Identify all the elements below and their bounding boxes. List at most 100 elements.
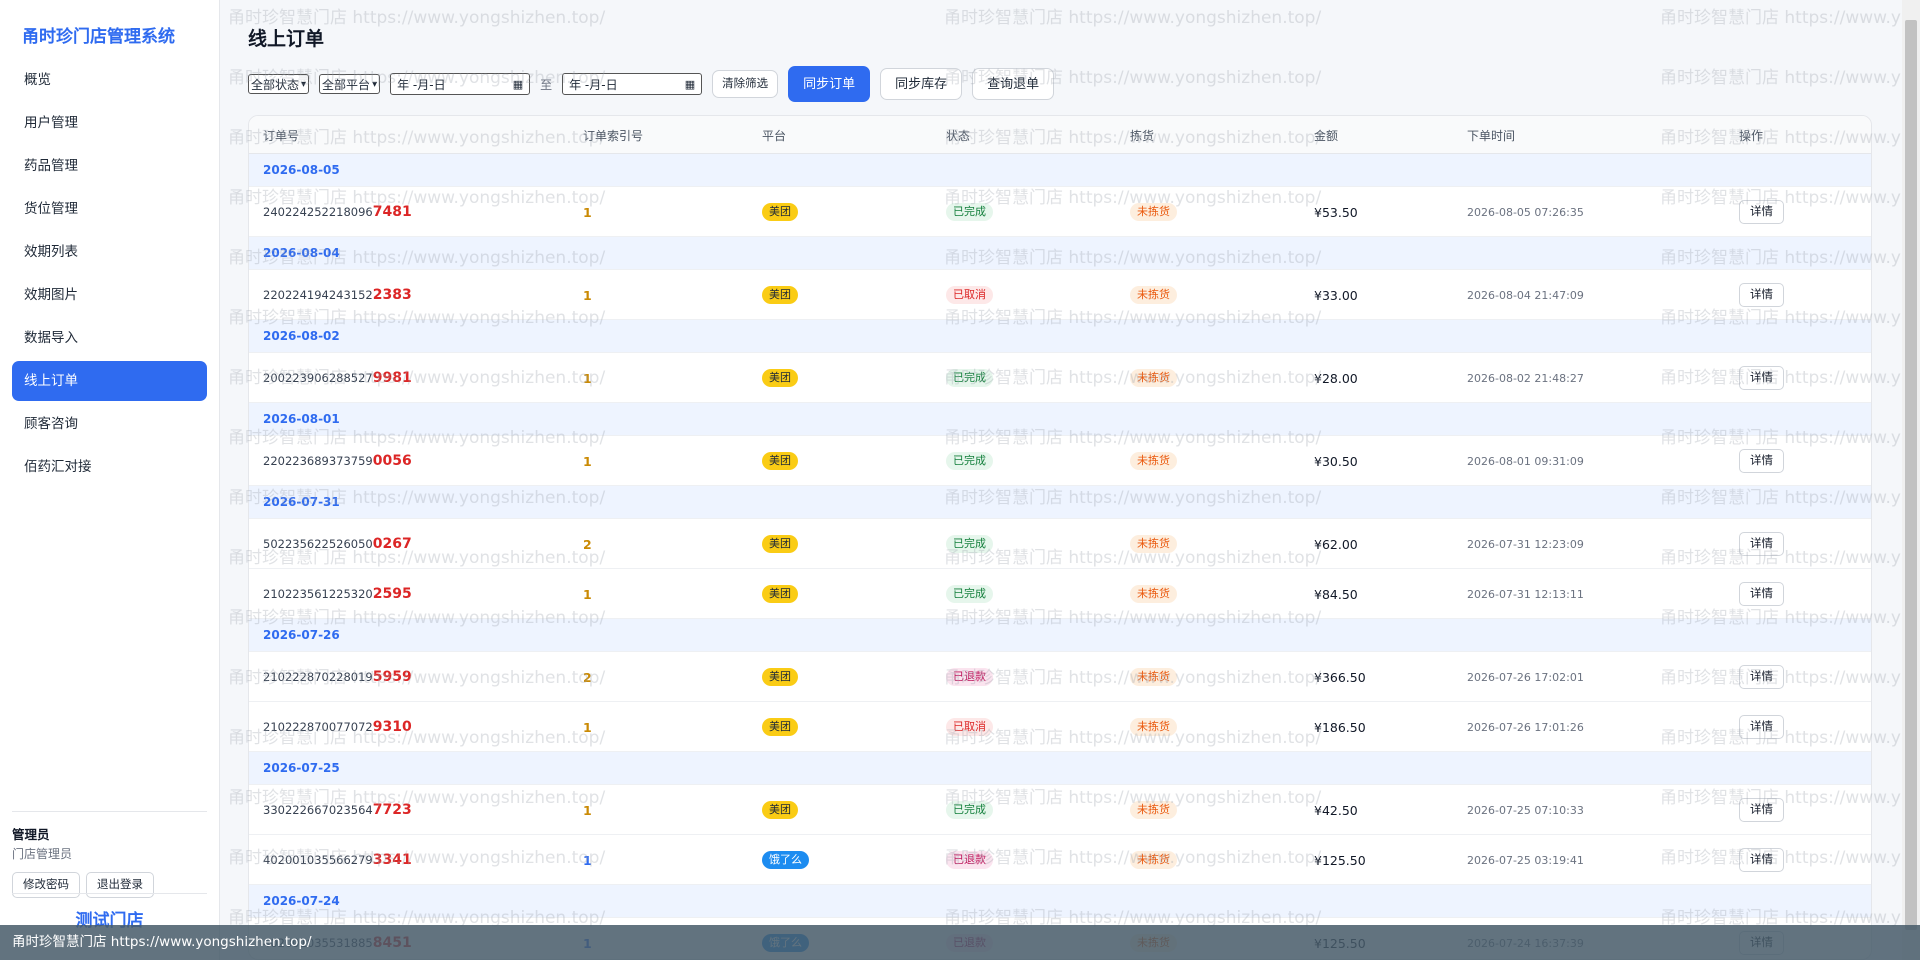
date-group-header: 2026-07-24 [249, 885, 1871, 918]
platform-cell: 美团 [762, 785, 798, 835]
scrollbar[interactable] [1902, 0, 1920, 960]
date-to-value: 年 -月-日 [569, 77, 618, 92]
amount-value: ¥42.50 [1314, 802, 1358, 818]
order-index: 2 [583, 519, 592, 569]
platform-badge: 饿了么 [762, 851, 809, 869]
amount-value: ¥84.50 [1314, 586, 1358, 602]
platform-badge: 美团 [762, 801, 798, 819]
table-row: 210222870077072 9310 1 美团 已取消 未拣货 ¥186.50 2026-… [249, 702, 1871, 752]
column-header-order-time: 下单时间 [1467, 128, 1516, 143]
picking-badge: 未拣货 [1130, 452, 1177, 470]
platform-cell: 美团 [762, 436, 798, 486]
column-header-actions: 操作 [1739, 128, 1764, 143]
table-row: 220224194243152 2383 1 美团 已取消 未拣货 ¥33.00 2026-0… [249, 270, 1871, 320]
details-button[interactable]: 详情 [1739, 798, 1784, 822]
clear-filter-button[interactable]: 清除筛选 [712, 70, 779, 98]
details-button[interactable]: 详情 [1739, 715, 1784, 739]
table-body: 2026-08-05 240224252218096 7481 1 美团 已完成 未拣货 ¥5… [249, 154, 1871, 959]
order-id-suffix: 0056 [372, 453, 412, 469]
sidebar-item[interactable]: 顾客咨询 [12, 404, 207, 444]
status-select[interactable]: 全部状态 ▾ [248, 74, 310, 94]
date-group-header: 2026-08-05 [249, 154, 1871, 187]
order-time-cell: 2026-07-31 12:13:11 [1467, 569, 1584, 619]
sync-orders-button[interactable]: 同步订单 [788, 66, 871, 102]
chevron-down-icon: ▾ [301, 78, 307, 90]
sidebar-item[interactable]: 线上订单 [12, 361, 207, 401]
details-button[interactable]: 详情 [1739, 582, 1784, 606]
platform-cell: 美团 [762, 270, 798, 320]
order-time-cell: 2026-08-02 21:48:27 [1467, 353, 1584, 403]
scrollbar-thumb[interactable] [1905, 20, 1917, 930]
column-header-picking: 拣货 [1130, 128, 1155, 143]
sidebar-item[interactable]: 货位管理 [12, 189, 207, 229]
chevron-down-icon: ▾ [372, 78, 378, 90]
platform-badge: 美团 [762, 668, 798, 686]
column-header-order-id: 订单号 [263, 128, 300, 143]
status-cell: 已取消 [946, 702, 993, 752]
column-header-status: 状态 [946, 128, 971, 143]
picking-cell: 未拣货 [1130, 835, 1177, 885]
sidebar-item[interactable]: 概览 [12, 60, 207, 100]
order-index-value: 1 [583, 586, 592, 602]
picking-badge: 未拣货 [1130, 203, 1177, 221]
picking-badge: 未拣货 [1130, 286, 1177, 304]
order-id-suffix: 2595 [372, 586, 412, 602]
details-button[interactable]: 详情 [1739, 449, 1784, 473]
details-button[interactable]: 详情 [1739, 283, 1784, 307]
picking-cell: 未拣货 [1130, 270, 1177, 320]
order-index: 1 [583, 270, 592, 320]
amount-value: ¥125.50 [1314, 852, 1366, 868]
orders-table: 订单号 订单索引号 平台 状态 拣货 金额 下单时间 操作 2026-08-05… [248, 115, 1872, 960]
platform-badge: 美团 [762, 286, 798, 304]
platform-cell: 饿了么 [762, 835, 809, 885]
group-date: 2026-08-05 [263, 163, 340, 177]
calendar-icon[interactable]: ▦ [513, 78, 523, 91]
order-id-prefix: 210222870077072 [263, 720, 373, 734]
picking-badge: 未拣货 [1130, 718, 1177, 736]
sidebar-item[interactable]: 效期图片 [12, 275, 207, 315]
picking-cell: 未拣货 [1130, 519, 1177, 569]
sidebar-item[interactable]: 药品管理 [12, 146, 207, 186]
order-time-cell: 2026-07-25 03:19:41 [1467, 835, 1584, 885]
amount-cell: ¥125.50 [1314, 835, 1366, 885]
order-id-prefix: 502235622526050 [263, 537, 373, 551]
details-button[interactable]: 详情 [1739, 366, 1784, 390]
column-header-amount: 金额 [1314, 128, 1339, 143]
picking-badge: 未拣货 [1130, 585, 1177, 603]
amount-value: ¥62.00 [1314, 536, 1358, 552]
order-index-value: 1 [583, 453, 592, 469]
date-group-header: 2026-08-04 [249, 237, 1871, 270]
status-badge: 已取消 [946, 286, 993, 304]
sidebar-item[interactable]: 效期列表 [12, 232, 207, 272]
sidebar-item[interactable]: 数据导入 [12, 318, 207, 358]
order-id-suffix: 9981 [372, 370, 412, 386]
sync-stock-button[interactable]: 同步库存 [880, 68, 963, 100]
status-badge: 已完成 [946, 203, 993, 221]
platform-badge: 美团 [762, 585, 798, 603]
details-button[interactable]: 详情 [1739, 200, 1784, 224]
sidebar: 甬时珍门店管理系统 概览 用户管理 药品管理 货位管理 效期列表 效期图片 数据导入 线上订单… [0, 0, 220, 960]
details-button[interactable]: 详情 [1739, 848, 1784, 872]
date-from-input[interactable]: 年 -月-日 ▦ [390, 73, 531, 95]
platform-badge: 美团 [762, 369, 798, 387]
filter-toolbar: 全部状态 ▾ 全部平台 ▾ 年 -月-日 ▦ 至 年 -月-日 ▦ 清除筛选 同… [248, 66, 1055, 102]
order-time-value: 2026-08-02 21:48:27 [1467, 371, 1584, 385]
amount-cell: ¥30.50 [1314, 436, 1358, 486]
picking-cell: 未拣货 [1130, 702, 1177, 752]
query-refund-button[interactable]: 查询退单 [972, 68, 1055, 100]
table-row: 210222870228019 5959 2 美团 已退款 未拣货 ¥366.50 2026-… [249, 652, 1871, 702]
amount-cell: ¥84.50 [1314, 569, 1358, 619]
picking-badge: 未拣货 [1130, 851, 1177, 869]
sidebar-item[interactable]: 用户管理 [12, 103, 207, 143]
order-id-suffix: 7481 [372, 204, 412, 220]
platform-select[interactable]: 全部平台 ▾ [319, 74, 381, 94]
date-to-input[interactable]: 年 -月-日 ▦ [562, 73, 703, 95]
calendar-icon[interactable]: ▦ [685, 78, 695, 91]
order-id-suffix: 5959 [372, 669, 412, 685]
order-time-cell: 2026-07-25 07:10:33 [1467, 785, 1584, 835]
date-group-header: 2026-07-31 [249, 486, 1871, 519]
details-button[interactable]: 详情 [1739, 532, 1784, 556]
status-cell: 已完成 [946, 785, 993, 835]
details-button[interactable]: 详情 [1739, 665, 1784, 689]
sidebar-item[interactable]: 佰药汇对接 [12, 447, 207, 487]
